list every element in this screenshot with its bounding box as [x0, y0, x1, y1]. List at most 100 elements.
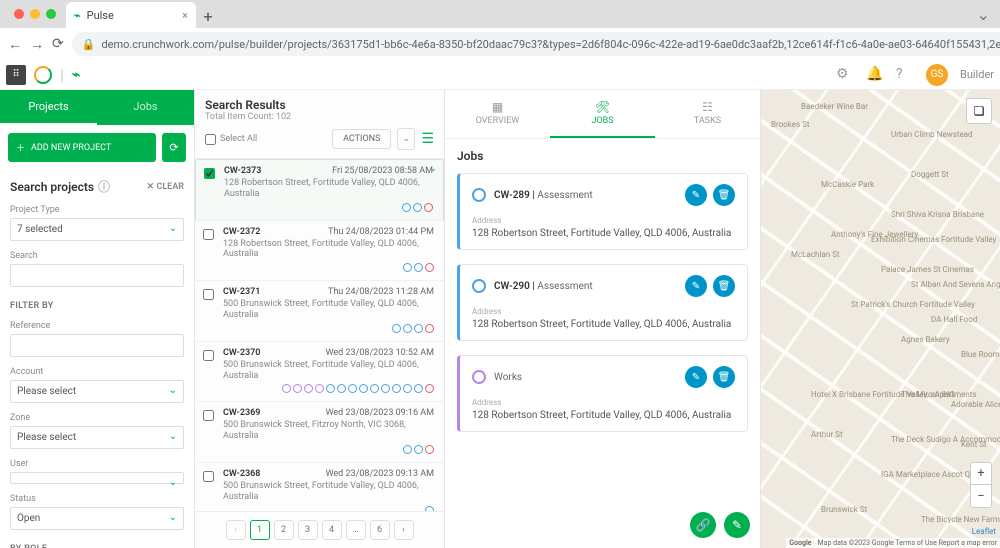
help-icon[interactable]: ? — [896, 66, 914, 84]
label-project-type: Project Type — [10, 205, 184, 215]
result-item[interactable]: CW-2369 Wed 23/08/2023 09:16 AM 500 Brun… — [195, 402, 444, 463]
delete-job-button[interactable]: 🗑 — [713, 366, 735, 388]
result-checkbox[interactable] — [203, 410, 214, 421]
tab-title: Pulse — [87, 9, 114, 22]
sidebar: Projects Jobs ＋ ADD NEW PROJECT ⟳ Search… — [0, 90, 195, 548]
page-next[interactable]: › — [394, 520, 414, 540]
reload-button[interactable]: ⟳ — [52, 34, 64, 54]
result-address: 128 Robertson Street, Fortitude Valley, … — [223, 239, 434, 261]
map-poi: Doggett St — [911, 170, 949, 179]
result-checkbox[interactable] — [204, 168, 215, 179]
delete-job-button[interactable]: 🗑 — [713, 275, 735, 297]
page-number[interactable]: … — [346, 520, 366, 540]
tab-projects[interactable]: Projects — [0, 90, 97, 125]
page-number[interactable]: 2 — [274, 520, 294, 540]
map[interactable]: Baedeker Wine BarBrookes StUrban Climb N… — [760, 90, 1000, 548]
job-card[interactable]: CW-290 | Assessment ✎ 🗑 Address 128 Robe… — [457, 264, 748, 341]
window-controls[interactable] — [4, 9, 66, 19]
bell-icon[interactable]: 🔔 — [866, 66, 884, 84]
close-icon[interactable]: × — [182, 9, 188, 22]
actions-caret[interactable]: ⌄ — [397, 128, 415, 150]
tab-tasks[interactable]: ☷TASKS — [655, 90, 760, 138]
zoom-in-button[interactable]: + — [971, 463, 991, 485]
page-number[interactable]: 3 — [298, 520, 318, 540]
map-attribution: GoogleMap data ©2023 Google Terms of Use… — [786, 538, 1000, 548]
browser-tab[interactable]: ⌁ Pulse × — [66, 2, 196, 28]
zoom-out-button[interactable]: − — [971, 485, 991, 507]
user-avatar[interactable]: GS — [926, 64, 948, 86]
refresh-button[interactable]: ⟳ — [162, 133, 186, 162]
result-item[interactable]: CW-2372 Thu 24/08/2023 01:44 PM 128 Robe… — [195, 221, 444, 282]
edit-job-button[interactable]: ✎ — [685, 184, 707, 206]
edit-job-button[interactable]: ✎ — [685, 275, 707, 297]
edit-button[interactable]: ✎ — [724, 512, 750, 538]
project-type-select[interactable]: 7 selected — [10, 218, 184, 241]
layers-button[interactable]: ❏ — [966, 98, 992, 124]
status-dot — [304, 384, 313, 393]
select-all[interactable]: Select All — [205, 134, 257, 145]
link-button[interactable]: 🔗 — [690, 512, 716, 538]
label-user: User — [10, 459, 184, 469]
result-time: Wed 23/08/2023 10:52 AM — [326, 348, 434, 358]
tab-overview[interactable]: ▦OVERVIEW — [445, 90, 550, 138]
page-prev[interactable]: ‹ — [226, 520, 246, 540]
zone-select[interactable]: Please select — [10, 426, 184, 449]
detail-title: Jobs — [457, 149, 748, 163]
add-label: ADD NEW PROJECT — [31, 143, 111, 153]
status-ring-icon — [472, 279, 486, 293]
edit-job-button[interactable]: ✎ — [685, 366, 707, 388]
result-item[interactable]: CW-2368 Wed 23/08/2023 09:13 AM 500 Brun… — [195, 463, 444, 511]
status-dot — [403, 384, 412, 393]
label-search: Search — [10, 251, 184, 261]
filter-by-heading: FILTER BY — [10, 301, 184, 311]
search-input[interactable] — [10, 264, 184, 287]
map-poi: Kent St — [961, 440, 987, 449]
map-poi: St Alban And Sevens Anglican Church — [911, 280, 1000, 289]
add-new-project-button[interactable]: ＋ ADD NEW PROJECT — [8, 133, 156, 162]
status-dot — [403, 263, 412, 272]
user-select[interactable] — [10, 472, 184, 484]
page-number[interactable]: 6 — [370, 520, 390, 540]
tab-jobs[interactable]: Jobs — [97, 90, 194, 125]
app-bar: ⠿ | ⌁ ⚙ 🔔 ? GS Builder — [0, 60, 1000, 90]
forward-button[interactable]: → — [30, 34, 44, 54]
result-checkbox[interactable] — [203, 471, 214, 482]
chevron-down-icon[interactable]: ⌄ — [967, 5, 1000, 24]
status-select[interactable]: Open — [10, 507, 184, 530]
result-item[interactable]: CW-2370 Wed 23/08/2023 10:52 AM 500 Brun… — [195, 342, 444, 403]
list-view-toggle[interactable]: ☰ — [421, 131, 434, 147]
result-checkbox[interactable] — [203, 350, 214, 361]
status-ring-icon — [472, 188, 486, 202]
gear-icon[interactable]: ⚙ — [836, 66, 854, 84]
result-item[interactable]: CW-2371 Thu 24/08/2023 11:28 AM 500 Brun… — [195, 281, 444, 342]
result-item[interactable]: CW-2373 Fri 25/08/2023 08:58 AM 128 Robe… — [195, 159, 444, 221]
back-button[interactable]: ← — [8, 34, 22, 54]
actions-button[interactable]: ACTIONS — [332, 129, 391, 149]
list-icon: ☷ — [702, 100, 713, 114]
status-dot — [293, 384, 302, 393]
map-poi: DA Hall Food — [931, 315, 977, 324]
account-select[interactable]: Please select — [10, 380, 184, 403]
status-dot — [414, 263, 423, 272]
job-card[interactable]: Works ✎ 🗑 Address 128 Robertson Street, … — [457, 355, 748, 432]
company-logo — [34, 66, 52, 84]
status-dot — [414, 324, 423, 333]
delete-job-button[interactable]: 🗑 — [713, 184, 735, 206]
result-checkbox[interactable] — [203, 289, 214, 300]
result-checkbox[interactable] — [203, 229, 214, 240]
apps-grid-icon[interactable]: ⠿ — [6, 65, 26, 85]
reference-input[interactable] — [10, 334, 184, 357]
browser-chrome: ⌁ Pulse × + ⌄ ← → ⟳ 🔒 demo.crunchwork.co… — [0, 0, 1000, 60]
url-text: demo.crunchwork.com/pulse/builder/projec… — [101, 38, 1000, 51]
status-dot — [425, 445, 434, 454]
job-card[interactable]: CW-289 | Assessment ✎ 🗑 Address 128 Robe… — [457, 173, 748, 250]
status-dot — [425, 506, 434, 511]
info-icon[interactable]: ⓘ — [98, 178, 110, 195]
status-dot — [414, 445, 423, 454]
tab-jobs-detail[interactable]: 🛠JOBS — [550, 90, 655, 138]
page-number[interactable]: 1 — [250, 520, 270, 540]
new-tab-button[interactable]: + — [196, 4, 220, 28]
address-bar[interactable]: 🔒 demo.crunchwork.com/pulse/builder/proj… — [72, 32, 1000, 56]
page-number[interactable]: 4 — [322, 520, 342, 540]
clear-button[interactable]: ✕ CLEAR — [147, 182, 184, 192]
